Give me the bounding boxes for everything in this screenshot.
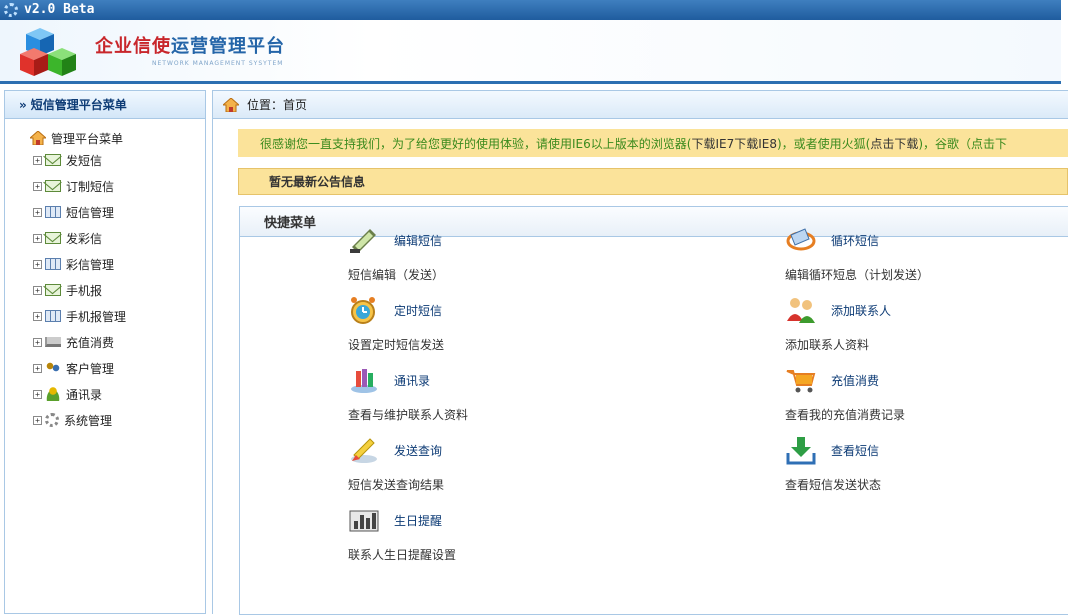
download-ie7-link[interactable]: 下载IE7 xyxy=(691,135,734,152)
send-query-icon xyxy=(351,438,377,463)
table-icon xyxy=(45,258,61,270)
sidebar-item-mobile-news-manage[interactable]: + 手机报管理 xyxy=(5,303,205,329)
sidebar-item-customers[interactable]: + 客户管理 xyxy=(5,355,205,381)
gear-icon xyxy=(45,413,59,427)
sidebar-item-mms-manage[interactable]: + 彩信管理 xyxy=(5,251,205,277)
app-title-bar: v2.0 Beta xyxy=(0,0,1061,20)
menu-tree: 管理平台菜单 + 发短信 + 订制短信 + 短信管理 + 发彩信 + 彩信管理 xyxy=(5,119,205,433)
sidebar-item-recharge[interactable]: + 充值消费 xyxy=(5,329,205,355)
gear-icon xyxy=(4,3,18,17)
person-icon xyxy=(45,387,61,401)
sidebar-heading: » 短信管理平台菜单 xyxy=(5,91,205,119)
alarm-clock-icon xyxy=(351,297,375,324)
download-ie8-link[interactable]: 下载IE8 xyxy=(734,135,777,152)
phone-icon xyxy=(350,229,376,253)
quick-item-address-book[interactable]: 通讯录 查看与维护联系人资料 xyxy=(348,365,648,425)
loop-icon xyxy=(786,228,816,251)
sidebar: » 短信管理平台菜单 管理平台菜单 + 发短信 + 订制短信 + 短信管理 + xyxy=(4,90,206,614)
table-icon xyxy=(45,206,61,218)
expand-icon[interactable]: + xyxy=(33,389,42,399)
expand-icon[interactable]: + xyxy=(33,415,42,425)
expand-icon[interactable]: + xyxy=(33,181,42,191)
version-label: v2.0 Beta xyxy=(24,2,95,17)
expand-icon[interactable]: + xyxy=(33,363,42,373)
quick-item-view-sms[interactable]: 查看短信 查看短信发送状态 xyxy=(785,435,1068,495)
tree-root[interactable]: 管理平台菜单 xyxy=(5,129,205,147)
quick-item-add-contact[interactable]: 添加联系人 添加联系人资料 xyxy=(785,295,1068,355)
mail-icon xyxy=(45,232,61,244)
main-content: 位置：首页 很感谢您一直支持我们，为了给您更好的使用体验，请使用IE6以上版本的… xyxy=(212,90,1068,615)
home-icon xyxy=(30,131,46,145)
add-contact-icon xyxy=(787,298,815,323)
sidebar-item-send-mms[interactable]: + 发彩信 xyxy=(5,225,205,251)
app-subtitle: NETWORK MANAGEMENT SYSYTEM xyxy=(152,60,284,67)
sidebar-item-custom-sms[interactable]: + 订制短信 xyxy=(5,173,205,199)
expand-icon[interactable]: + xyxy=(33,233,42,243)
sidebar-item-mobile-news[interactable]: + 手机报 xyxy=(5,277,205,303)
users-icon xyxy=(45,362,61,374)
birthday-chart-icon xyxy=(349,510,379,532)
breadcrumb-text: 位置：首页 xyxy=(247,98,308,112)
quick-menu-panel: 快捷菜单 编辑短信 短信编辑（发送） 循环短信 编辑循环短息（计划发送） 定时短… xyxy=(239,206,1068,615)
download-icon xyxy=(786,437,816,465)
expand-icon[interactable]: + xyxy=(33,285,42,295)
sidebar-item-send-sms[interactable]: + 发短信 xyxy=(5,147,205,173)
cart-icon xyxy=(786,370,816,393)
app-title: 企业信使运营管理平台 xyxy=(95,36,285,57)
quick-item-edit-sms[interactable]: 编辑短信 短信编辑（发送） xyxy=(348,225,648,285)
cart-icon xyxy=(45,337,61,347)
browser-notice: 很感谢您一直支持我们，为了给您更好的使用体验，请使用IE6以上版本的浏览器(下载… xyxy=(238,129,1068,157)
cubes-logo-icon xyxy=(20,28,76,76)
home-icon xyxy=(223,97,239,112)
double-chevron-icon: » xyxy=(19,97,27,112)
table-icon xyxy=(45,310,61,322)
expand-icon[interactable]: + xyxy=(33,311,42,321)
announcement-bar: 暂无最新公告信息 xyxy=(238,168,1068,195)
download-firefox-link[interactable]: 点击下载 xyxy=(870,135,918,152)
mail-icon xyxy=(45,180,61,192)
quick-item-send-query[interactable]: 发送查询 短信发送查询结果 xyxy=(348,435,648,495)
expand-icon[interactable]: + xyxy=(33,259,42,269)
expand-icon[interactable]: + xyxy=(33,155,42,165)
sidebar-item-system[interactable]: + 系统管理 xyxy=(5,407,205,433)
mail-icon xyxy=(45,154,61,166)
quick-item-timed-sms[interactable]: 定时短信 设置定时短信发送 xyxy=(348,295,648,355)
sidebar-item-contacts[interactable]: + 通讯录 xyxy=(5,381,205,407)
quick-item-loop-sms[interactable]: 循环短信 编辑循环短息（计划发送） xyxy=(785,225,1068,285)
mail-icon xyxy=(45,284,61,296)
quick-item-recharge[interactable]: 充值消费 查看我的充值消费记录 xyxy=(785,365,1068,425)
sidebar-item-sms-manage[interactable]: + 短信管理 xyxy=(5,199,205,225)
expand-icon[interactable]: + xyxy=(33,207,42,217)
breadcrumb: 位置：首页 xyxy=(213,91,1068,119)
quick-item-birthday[interactable]: 生日提醒 联系人生日提醒设置 xyxy=(348,505,648,565)
expand-icon[interactable]: + xyxy=(33,337,42,347)
app-header: 企业信使运营管理平台 NETWORK MANAGEMENT SYSYTEM xyxy=(0,20,1061,84)
address-book-icon xyxy=(351,369,377,393)
